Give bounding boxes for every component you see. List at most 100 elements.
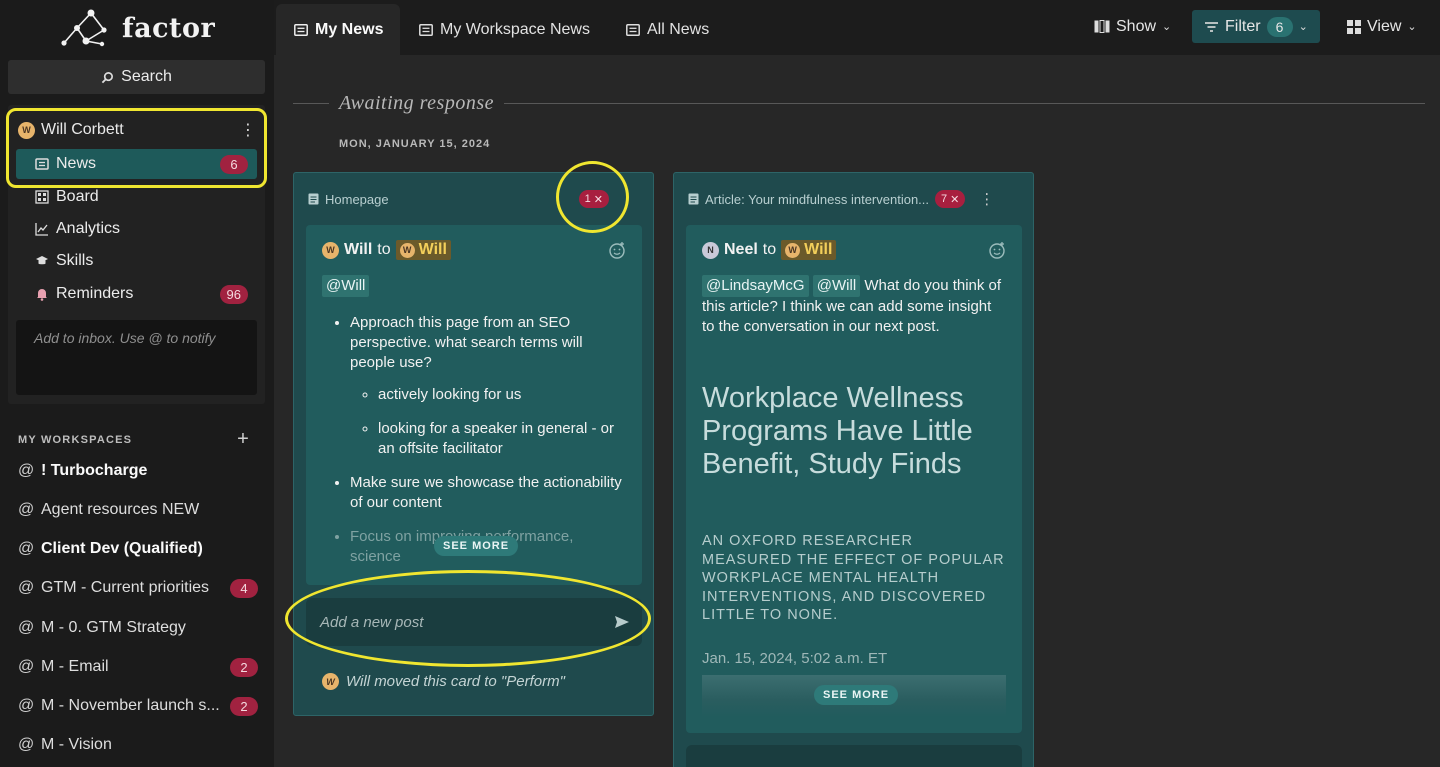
top-bar: My News My Workspace News All News Show … <box>274 0 1440 55</box>
sidebar-item-reminders[interactable]: Reminders 96 <box>16 279 257 309</box>
avatar: N <box>702 241 719 259</box>
workspace-label: M - November launch s... <box>41 697 220 714</box>
activity-text: Will moved this card to "Perform" <box>346 673 565 690</box>
card-header: Homepage 1 ✕ <box>308 189 639 209</box>
workspace-label: Client Dev (Qualified) <box>41 540 203 557</box>
add-post-placeholder: Add a new post <box>320 613 424 631</box>
filter-button[interactable]: Filter 6 ⌄ <box>1192 10 1320 43</box>
post-header: W Will to W Will <box>322 239 626 261</box>
see-more-button[interactable]: SEE MORE <box>434 536 519 556</box>
view-button[interactable]: View ⌄ <box>1347 10 1417 43</box>
workspace-count-badge: 2 <box>230 696 258 716</box>
mention-chip[interactable]: @Will <box>322 275 370 297</box>
card-menu-icon[interactable]: ⋮ <box>979 190 994 208</box>
recipient-chip[interactable]: W Will <box>781 240 837 260</box>
tab-my-news[interactable]: My News <box>276 4 400 55</box>
news-icon <box>35 158 49 170</box>
view-label: View <box>1367 17 1402 35</box>
user-menu-icon[interactable]: ⋮ <box>240 120 256 140</box>
recipient-name: Will <box>804 241 833 258</box>
factor-logo[interactable]: factor <box>58 6 215 50</box>
add-reaction-icon[interactable] <box>608 241 626 259</box>
see-more-button[interactable]: SEE MORE <box>814 685 899 705</box>
at-icon: @ <box>18 501 35 518</box>
chevron-down-icon: ⌄ <box>1162 21 1172 33</box>
workspace-label: GTM - Current priorities <box>41 579 210 596</box>
list-item-text: Approach this page from an SEO perspecti… <box>350 314 583 371</box>
workspace-item[interactable]: @ ! Turbocharge <box>18 458 258 484</box>
bell-icon <box>37 289 47 301</box>
sidebar-item-board[interactable]: Board <box>16 182 257 212</box>
at-icon: @ <box>18 736 35 753</box>
workspace-label: Agent resources NEW <box>41 501 200 518</box>
post: W Will to W Will @Will Approach this pag… <box>306 225 642 585</box>
sidebar-item-skills[interactable]: Skills <box>16 246 257 276</box>
logo-network-icon <box>61 9 107 47</box>
logo-text: factor <box>122 12 216 44</box>
workspace-label: ! Turbocharge <box>41 462 148 479</box>
sidebar-item-label: Analytics <box>56 220 121 237</box>
section-title: Awaiting response <box>339 91 494 114</box>
recipient-name: Will <box>418 241 447 258</box>
analytics-icon <box>35 223 48 236</box>
section-divider <box>293 102 329 104</box>
page-icon <box>308 193 319 205</box>
dismiss-count-pill[interactable]: 7 ✕ <box>935 190 966 208</box>
article-preview[interactable]: Workplace Wellness Programs Have Little … <box>702 382 1006 669</box>
sidebar-item-analytics[interactable]: Analytics <box>16 214 257 244</box>
add-workspace-icon[interactable]: + <box>237 428 250 451</box>
avatar: W <box>18 121 35 139</box>
sidebar-item-label: Board <box>56 188 99 205</box>
grid-view-icon <box>1347 19 1361 34</box>
at-icon: @ <box>18 462 35 479</box>
card-header: Article: Your mindfulness intervention..… <box>688 189 1019 209</box>
dismiss-count-pill[interactable]: 1 ✕ <box>578 190 609 208</box>
workspaces-header-label: MY WORKSPACES <box>18 433 133 446</box>
tab-label: My Workspace News <box>440 20 590 38</box>
post: N Neel to W Will @LindsayMcG @Will What … <box>686 225 1022 733</box>
count-value: 1 <box>584 193 591 205</box>
to-word: to <box>377 241 391 258</box>
tab-all-news[interactable]: All News <box>626 4 709 55</box>
filter-count-badge: 6 <box>1266 16 1293 37</box>
workspace-item[interactable]: @ M - November launch s... 2 <box>18 693 258 719</box>
mention-chip[interactable]: @LindsayMcG <box>702 275 809 297</box>
workspace-item[interactable]: @ GTM - Current priorities 4 <box>18 575 258 601</box>
mention-chip[interactable]: @Will <box>812 275 861 297</box>
show-button[interactable]: Show ⌄ <box>1094 10 1171 43</box>
sidebar-item-label: Skills <box>56 252 94 269</box>
article-date: Jan. 15, 2024, 5:02 a.m. ET <box>702 649 888 667</box>
sidebar-item-label: Reminders <box>56 285 134 302</box>
at-icon: @ <box>18 619 35 636</box>
add-post-input[interactable]: Add a new post <box>306 598 642 646</box>
workspace-item[interactable]: @ M - 0. GTM Strategy <box>18 615 258 641</box>
skills-icon <box>36 256 48 265</box>
recipient-chip[interactable]: W Will <box>395 240 451 260</box>
search-icon <box>101 71 114 83</box>
workspace-item[interactable]: @ Agent resources NEW <box>18 497 258 523</box>
board-icon <box>35 190 49 204</box>
search-label: Search <box>121 68 172 85</box>
add-post-input-partial[interactable] <box>686 745 1022 767</box>
user-row[interactable]: W Will Corbett ⋮ <box>18 119 256 141</box>
section-divider <box>503 102 1425 104</box>
workspace-item[interactable]: @ M - Vision <box>18 732 258 758</box>
workspace-item[interactable]: @ Client Dev (Qualified) <box>18 536 258 562</box>
article-title: Workplace Wellness Programs Have Little … <box>702 382 973 480</box>
workspace-label: M - 0. GTM Strategy <box>41 619 186 636</box>
tab-label: My News <box>315 20 384 38</box>
add-reaction-icon[interactable] <box>988 241 1006 259</box>
news-card[interactable]: Article: Your mindfulness intervention..… <box>673 172 1034 767</box>
send-icon[interactable] <box>614 615 630 629</box>
reminders-count-badge: 96 <box>219 284 248 304</box>
tab-my-workspace-news[interactable]: My Workspace News <box>419 4 590 55</box>
chevron-down-icon: ⌄ <box>1407 21 1417 33</box>
article-icon <box>688 193 699 205</box>
search-button[interactable]: Search <box>8 60 265 94</box>
workspace-item[interactable]: @ M - Email 2 <box>18 654 258 680</box>
sidebar-item-news[interactable]: News 6 <box>16 149 257 179</box>
user-name: Will Corbett <box>41 121 124 138</box>
post-author: Neel <box>724 241 758 258</box>
inbox-input[interactable]: Add to inbox. Use @ to notify <box>16 320 257 395</box>
news-count-badge: 6 <box>220 154 248 174</box>
